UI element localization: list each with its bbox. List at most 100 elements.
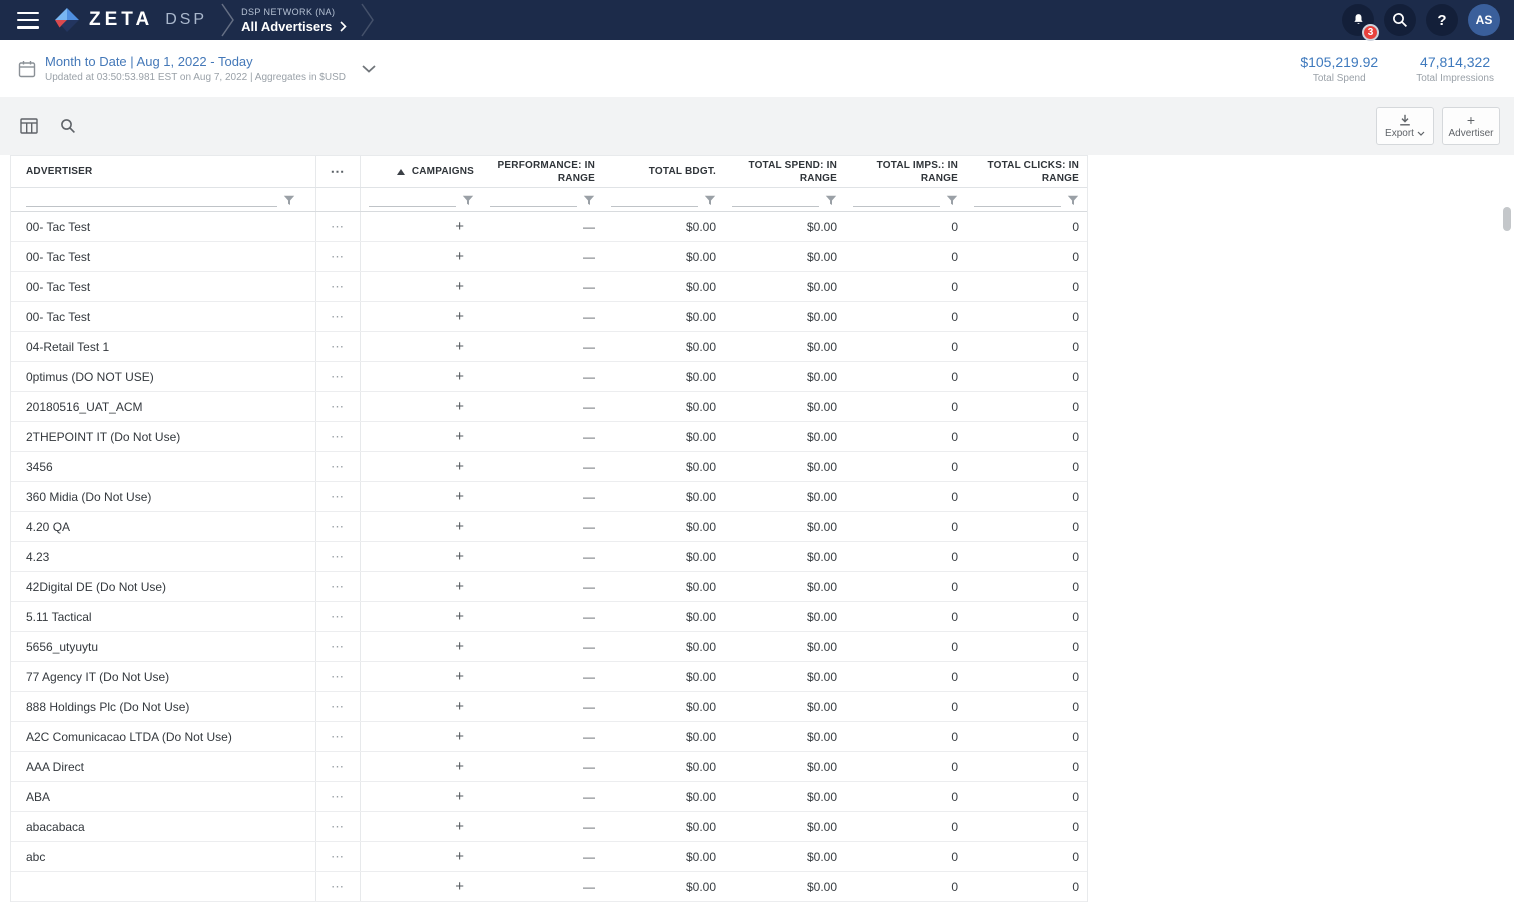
performance-filter-input[interactable] bbox=[490, 192, 577, 207]
row-menu-button[interactable]: ⋯ bbox=[316, 662, 361, 691]
row-menu-button[interactable]: ⋯ bbox=[316, 542, 361, 571]
table-search-button[interactable] bbox=[56, 114, 80, 138]
row-menu-button[interactable]: ⋯ bbox=[316, 572, 361, 601]
advertiser-name[interactable]: 00- Tac Test bbox=[11, 272, 316, 301]
row-menu-button[interactable]: ⋯ bbox=[316, 782, 361, 811]
date-range-expander[interactable] bbox=[358, 61, 380, 77]
column-header-clicks[interactable]: TOTAL CLICKS: IN RANGE bbox=[966, 156, 1087, 187]
row-menu-button[interactable]: ⋯ bbox=[316, 722, 361, 751]
export-button[interactable]: Export bbox=[1376, 107, 1434, 145]
advertiser-name[interactable]: 5.11 Tactical bbox=[11, 602, 316, 631]
global-search-button[interactable] bbox=[1384, 4, 1416, 36]
budget-filter-input[interactable] bbox=[611, 192, 698, 207]
advertiser-name[interactable] bbox=[11, 872, 316, 901]
advertiser-name[interactable]: 00- Tac Test bbox=[11, 242, 316, 271]
advertiser-name[interactable]: 888 Holdings Plc (Do Not Use) bbox=[11, 692, 316, 721]
advertiser-name[interactable]: 00- Tac Test bbox=[11, 302, 316, 331]
filter-icon[interactable] bbox=[462, 195, 474, 206]
filter-icon[interactable] bbox=[704, 195, 716, 206]
filter-icon[interactable] bbox=[583, 195, 595, 206]
expand-campaigns-button[interactable]: + bbox=[361, 332, 482, 361]
advertiser-filter-input[interactable] bbox=[26, 192, 277, 207]
advertiser-name[interactable]: 04-Retail Test 1 bbox=[11, 332, 316, 361]
row-menu-button[interactable]: ⋯ bbox=[316, 602, 361, 631]
campaigns-filter-input[interactable] bbox=[369, 192, 456, 207]
zeta-dsp-logo[interactable]: ZETA DSP bbox=[54, 7, 207, 33]
row-menu-button[interactable]: ⋯ bbox=[316, 212, 361, 241]
expand-campaigns-button[interactable]: + bbox=[361, 842, 482, 871]
network-breadcrumb[interactable]: DSP NETWORK (NA) All Advertisers bbox=[241, 7, 347, 34]
expand-campaigns-button[interactable]: + bbox=[361, 872, 482, 901]
row-menu-button[interactable]: ⋯ bbox=[316, 242, 361, 271]
row-menu-button[interactable]: ⋯ bbox=[316, 842, 361, 871]
advertiser-name[interactable]: 77 Agency IT (Do Not Use) bbox=[11, 662, 316, 691]
advertiser-name[interactable]: 2THEPOINT IT (Do Not Use) bbox=[11, 422, 316, 451]
expand-campaigns-button[interactable]: + bbox=[361, 422, 482, 451]
row-menu-button[interactable]: ⋯ bbox=[316, 332, 361, 361]
row-menu-button[interactable]: ⋯ bbox=[316, 452, 361, 481]
row-menu-button[interactable]: ⋯ bbox=[316, 512, 361, 541]
row-menu-button[interactable]: ⋯ bbox=[316, 392, 361, 421]
row-menu-button[interactable]: ⋯ bbox=[316, 812, 361, 841]
filter-icon[interactable] bbox=[283, 195, 295, 206]
vertical-scrollbar-thumb[interactable] bbox=[1503, 207, 1511, 231]
advertiser-name[interactable]: 4.20 QA bbox=[11, 512, 316, 541]
columns-toggle-button[interactable] bbox=[16, 114, 42, 138]
advertiser-name[interactable]: ABA bbox=[11, 782, 316, 811]
expand-campaigns-button[interactable]: + bbox=[361, 482, 482, 511]
expand-campaigns-button[interactable]: + bbox=[361, 542, 482, 571]
help-button[interactable]: ? bbox=[1426, 4, 1458, 36]
notifications-button[interactable]: 3 bbox=[1342, 4, 1374, 36]
filter-icon[interactable] bbox=[946, 195, 958, 206]
expand-campaigns-button[interactable]: + bbox=[361, 272, 482, 301]
clicks-filter-input[interactable] bbox=[974, 192, 1061, 207]
row-menu-button[interactable]: ⋯ bbox=[316, 752, 361, 781]
expand-campaigns-button[interactable]: + bbox=[361, 302, 482, 331]
row-menu-button[interactable]: ⋯ bbox=[316, 872, 361, 901]
expand-campaigns-button[interactable]: + bbox=[361, 662, 482, 691]
expand-campaigns-button[interactable]: + bbox=[361, 692, 482, 721]
row-menu-button[interactable]: ⋯ bbox=[316, 422, 361, 451]
add-advertiser-button[interactable]: + Advertiser bbox=[1442, 107, 1500, 145]
expand-campaigns-button[interactable]: + bbox=[361, 602, 482, 631]
expand-campaigns-button[interactable]: + bbox=[361, 512, 482, 541]
advertiser-name[interactable]: 42Digital DE (Do Not Use) bbox=[11, 572, 316, 601]
column-header-campaigns[interactable]: CAMPAIGNS bbox=[361, 156, 482, 187]
row-menu-button[interactable]: ⋯ bbox=[316, 482, 361, 511]
advertiser-name[interactable]: 0ptimus (DO NOT USE) bbox=[11, 362, 316, 391]
advertiser-name[interactable]: AAA Direct bbox=[11, 752, 316, 781]
row-menu-button[interactable]: ⋯ bbox=[316, 632, 361, 661]
user-avatar[interactable]: AS bbox=[1468, 4, 1500, 36]
filter-icon[interactable] bbox=[825, 195, 837, 206]
column-header-advertiser[interactable]: ADVERTISER bbox=[11, 156, 316, 187]
expand-campaigns-button[interactable]: + bbox=[361, 452, 482, 481]
column-header-impressions[interactable]: TOTAL IMPS.: IN RANGE bbox=[845, 156, 966, 187]
filter-icon[interactable] bbox=[1067, 195, 1079, 206]
hamburger-menu-button[interactable] bbox=[14, 10, 42, 31]
advertiser-name[interactable]: A2C Comunicacao LTDA (Do Not Use) bbox=[11, 722, 316, 751]
advertiser-name[interactable]: 20180516_UAT_ACM bbox=[11, 392, 316, 421]
expand-campaigns-button[interactable]: + bbox=[361, 782, 482, 811]
advertiser-name[interactable]: 3456 bbox=[11, 452, 316, 481]
expand-campaigns-button[interactable]: + bbox=[361, 362, 482, 391]
column-header-spend[interactable]: TOTAL SPEND: IN RANGE bbox=[724, 156, 845, 187]
advertiser-name[interactable]: 00- Tac Test bbox=[11, 212, 316, 241]
column-header-budget[interactable]: TOTAL BDGT. bbox=[603, 156, 724, 187]
expand-campaigns-button[interactable]: + bbox=[361, 212, 482, 241]
advertiser-name[interactable]: 4.23 bbox=[11, 542, 316, 571]
row-menu-button[interactable]: ⋯ bbox=[316, 272, 361, 301]
expand-campaigns-button[interactable]: + bbox=[361, 752, 482, 781]
row-menu-button[interactable]: ⋯ bbox=[316, 302, 361, 331]
impressions-filter-input[interactable] bbox=[853, 192, 940, 207]
advertiser-name[interactable]: 360 Midia (Do Not Use) bbox=[11, 482, 316, 511]
row-menu-button[interactable]: ⋯ bbox=[316, 362, 361, 391]
advertiser-name[interactable]: 5656_utyuytu bbox=[11, 632, 316, 661]
row-menu-button[interactable]: ⋯ bbox=[316, 692, 361, 721]
expand-campaigns-button[interactable]: + bbox=[361, 632, 482, 661]
advertiser-name[interactable]: abc bbox=[11, 842, 316, 871]
expand-campaigns-button[interactable]: + bbox=[361, 572, 482, 601]
expand-campaigns-button[interactable]: + bbox=[361, 722, 482, 751]
spend-filter-input[interactable] bbox=[732, 192, 819, 207]
expand-campaigns-button[interactable]: + bbox=[361, 242, 482, 271]
expand-campaigns-button[interactable]: + bbox=[361, 392, 482, 421]
